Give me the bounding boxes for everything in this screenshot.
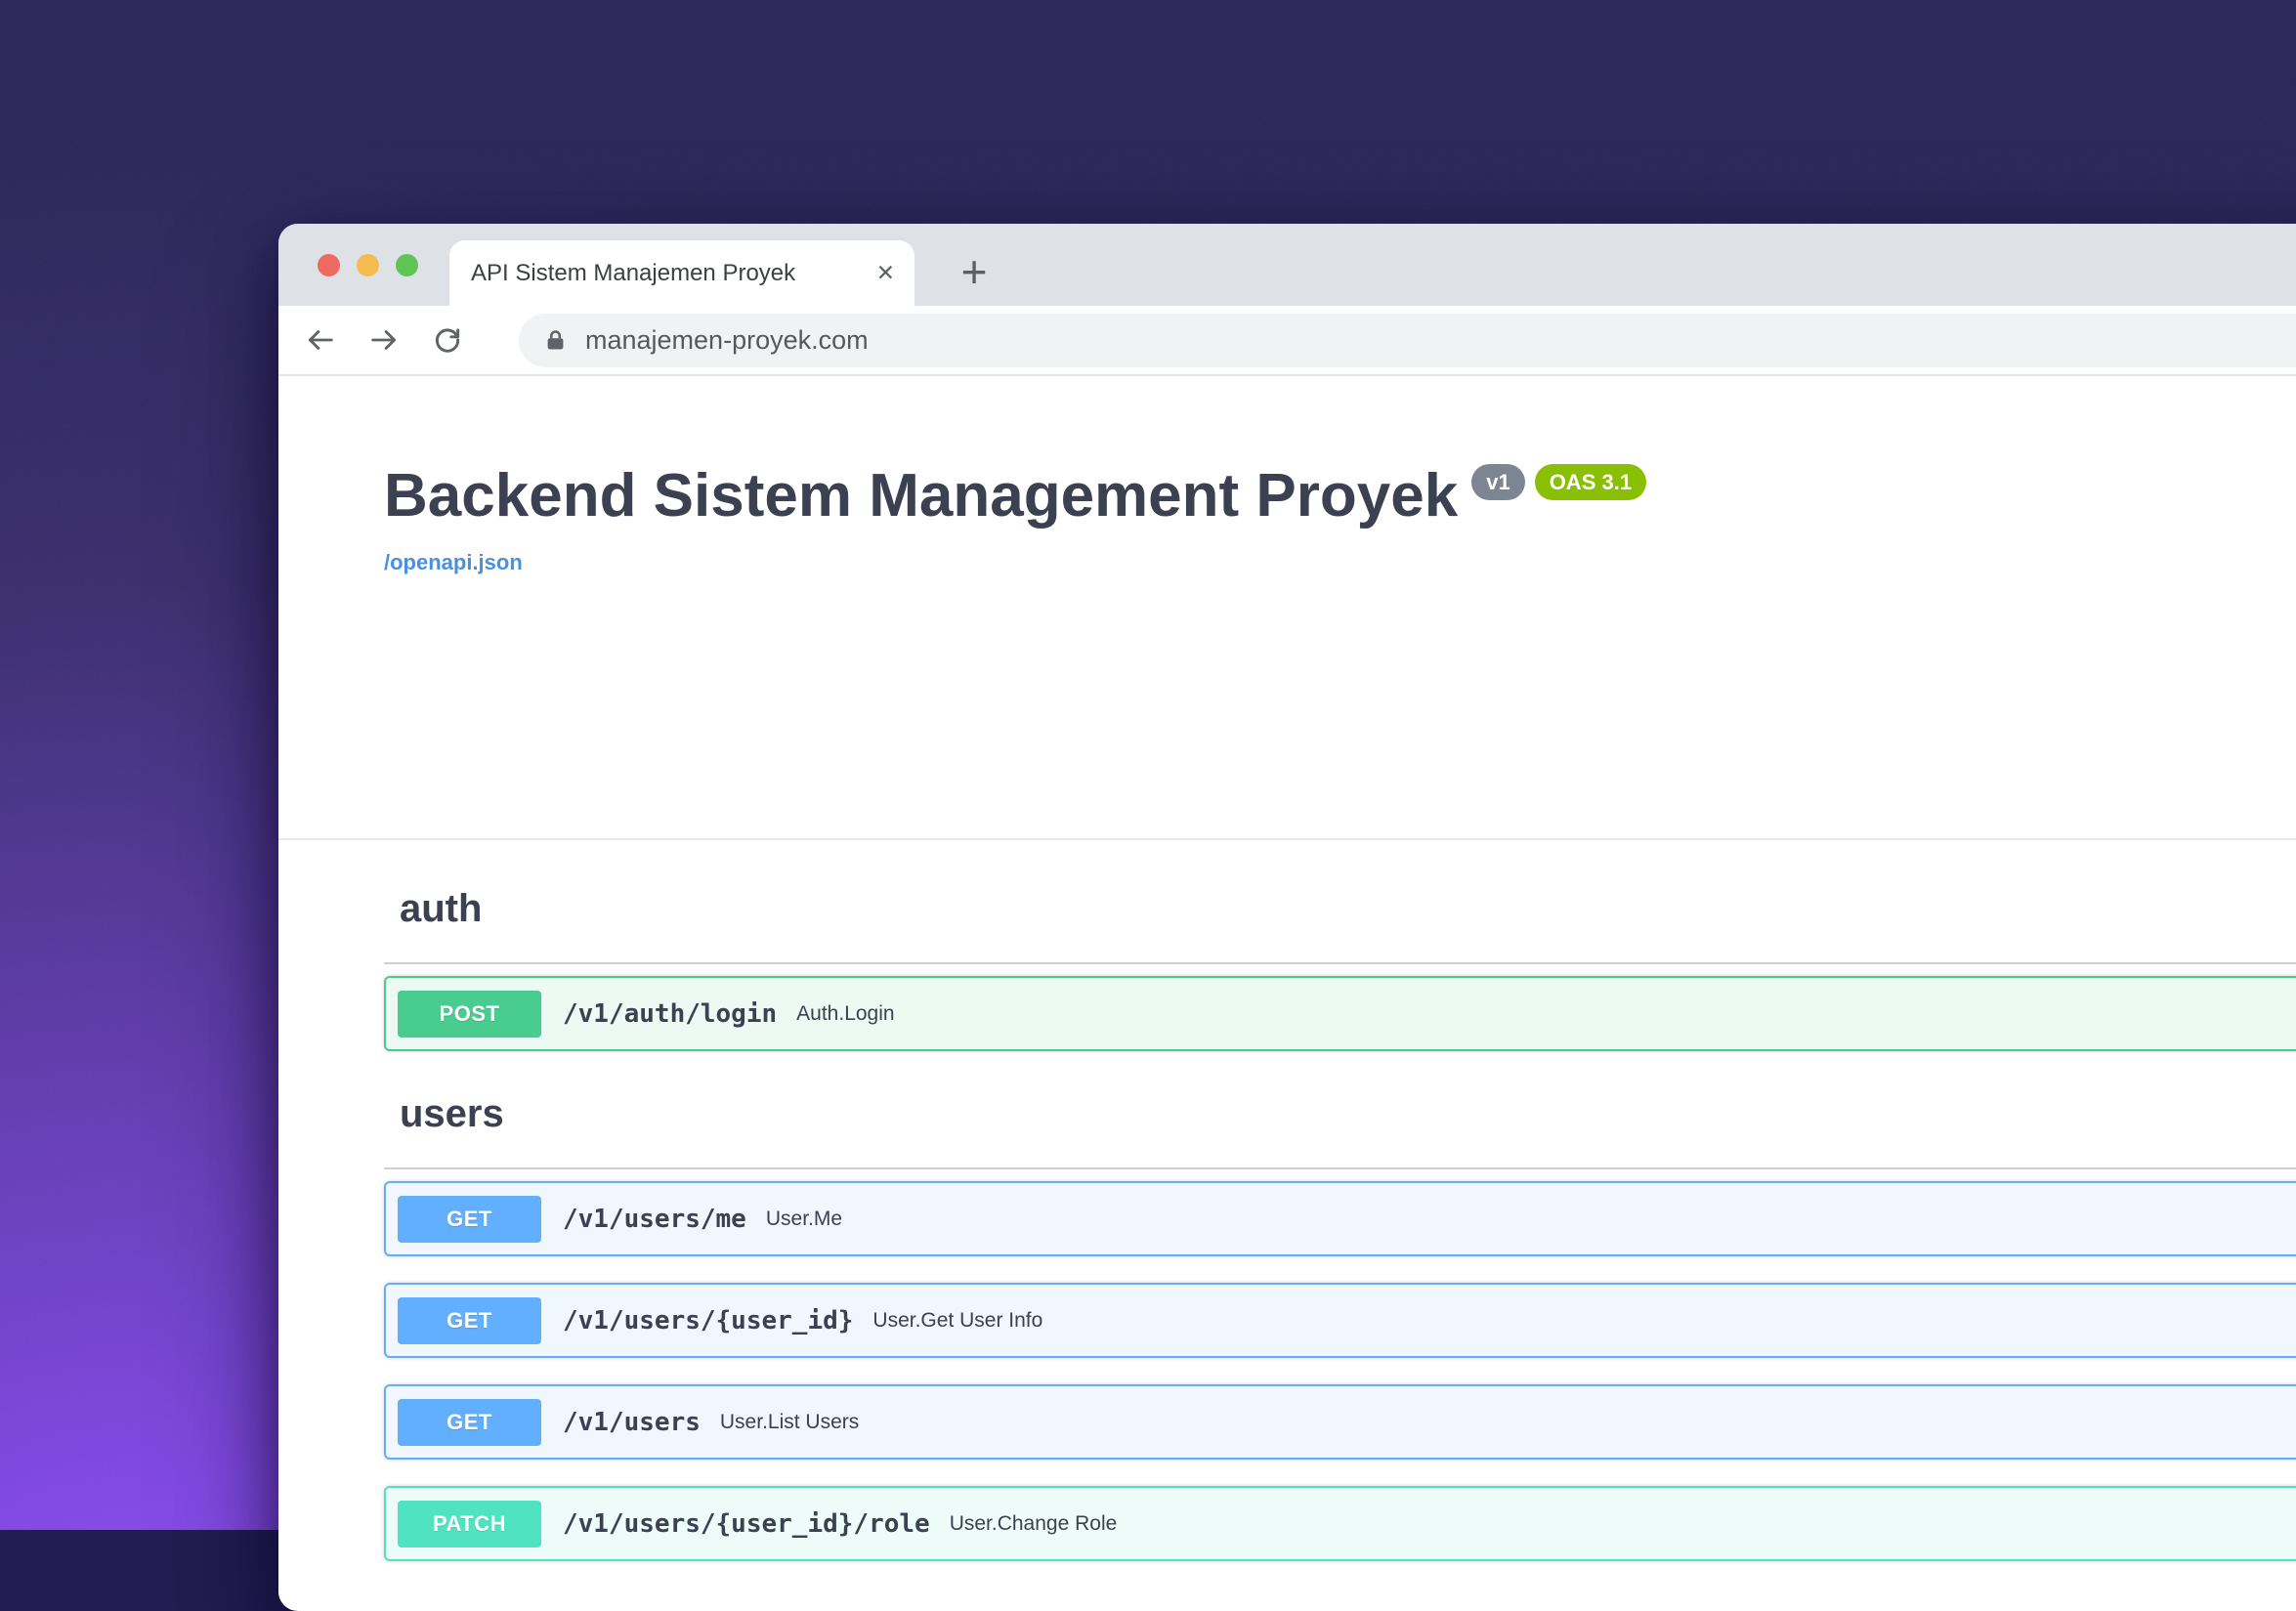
api-info: Backend Sistem Management Proyek v1 OAS … bbox=[278, 462, 2296, 575]
method-badge: GET bbox=[398, 1196, 541, 1243]
endpoint-path: /v1/users bbox=[563, 1408, 701, 1437]
info-divider bbox=[278, 838, 2296, 840]
endpoint-path: /v1/auth/login bbox=[563, 999, 777, 1029]
users-endpoints: GET /v1/users/me User.Me GET /v1/users/{… bbox=[384, 1181, 2296, 1561]
tab-strip: API Sistem Manajemen Proyek ✕ + bbox=[278, 224, 2296, 306]
back-arrow-icon bbox=[304, 323, 337, 357]
browser-tab[interactable]: API Sistem Manajemen Proyek ✕ bbox=[449, 240, 914, 306]
browser-toolbar: manajemen-proyek.com bbox=[278, 306, 2296, 374]
minimize-window-icon[interactable] bbox=[357, 254, 379, 276]
endpoint-path: /v1/users/{user_id} bbox=[563, 1306, 853, 1335]
endpoint-summary: Auth.Login bbox=[796, 1002, 894, 1026]
oas-badge: OAS 3.1 bbox=[1535, 464, 1646, 500]
section-name: users bbox=[400, 1092, 504, 1135]
reload-button[interactable] bbox=[431, 323, 464, 357]
close-window-icon[interactable] bbox=[318, 254, 340, 276]
method-badge: GET bbox=[398, 1297, 541, 1344]
maximize-window-icon[interactable] bbox=[396, 254, 418, 276]
endpoint-path: /v1/users/me bbox=[563, 1205, 746, 1234]
endpoint-row[interactable]: PATCH /v1/users/{user_id}/role User.Chan… bbox=[384, 1486, 2296, 1561]
browser-window: API Sistem Manajemen Proyek ✕ + bbox=[278, 224, 2296, 1611]
endpoint-summary: User.Get User Info bbox=[872, 1309, 1042, 1333]
endpoint-path: /v1/users/{user_id}/role bbox=[563, 1509, 930, 1539]
endpoint-summary: User.Change Role bbox=[950, 1512, 1118, 1536]
tab-close-icon[interactable]: ✕ bbox=[871, 262, 901, 284]
api-sections: auth POST /v1/auth/login Auth.Login user… bbox=[278, 885, 2296, 1561]
endpoint-row[interactable]: GET /v1/users/{user_id} User.Get User In… bbox=[384, 1283, 2296, 1358]
tab-title: API Sistem Manajemen Proyek bbox=[471, 260, 871, 287]
api-title-text: Backend Sistem Management Proyek bbox=[384, 462, 1458, 530]
method-badge: POST bbox=[398, 991, 541, 1038]
section-heading-users[interactable]: users bbox=[384, 1090, 2296, 1169]
endpoint-row[interactable]: GET /v1/users/me User.Me bbox=[384, 1181, 2296, 1256]
page-title: Backend Sistem Management Proyek v1 OAS … bbox=[384, 462, 2296, 530]
section-name: auth bbox=[400, 887, 482, 930]
forward-button[interactable] bbox=[367, 323, 401, 357]
endpoint-row[interactable]: GET /v1/users User.List Users bbox=[384, 1384, 2296, 1460]
forward-arrow-icon bbox=[367, 323, 401, 357]
swagger-page: Backend Sistem Management Proyek v1 OAS … bbox=[278, 376, 2296, 1610]
url-text: manajemen-proyek.com bbox=[585, 325, 869, 356]
version-badge: v1 bbox=[1471, 464, 1524, 500]
method-badge: GET bbox=[398, 1399, 541, 1446]
auth-endpoints: POST /v1/auth/login Auth.Login bbox=[384, 976, 2296, 1051]
endpoint-summary: User.List Users bbox=[720, 1411, 859, 1434]
reload-icon bbox=[432, 324, 463, 356]
openapi-spec-link[interactable]: /openapi.json bbox=[384, 550, 523, 575]
title-badges: v1 OAS 3.1 bbox=[1471, 464, 1646, 500]
endpoint-summary: User.Me bbox=[766, 1208, 842, 1231]
method-badge: PATCH bbox=[398, 1501, 541, 1547]
address-bar[interactable]: manajemen-proyek.com bbox=[519, 314, 2296, 367]
new-tab-button[interactable]: + bbox=[953, 249, 996, 294]
lock-icon bbox=[542, 327, 569, 354]
back-button[interactable] bbox=[304, 323, 337, 357]
section-heading-auth[interactable]: auth bbox=[384, 885, 2296, 964]
window-controls bbox=[318, 254, 418, 276]
endpoint-row[interactable]: POST /v1/auth/login Auth.Login bbox=[384, 976, 2296, 1051]
